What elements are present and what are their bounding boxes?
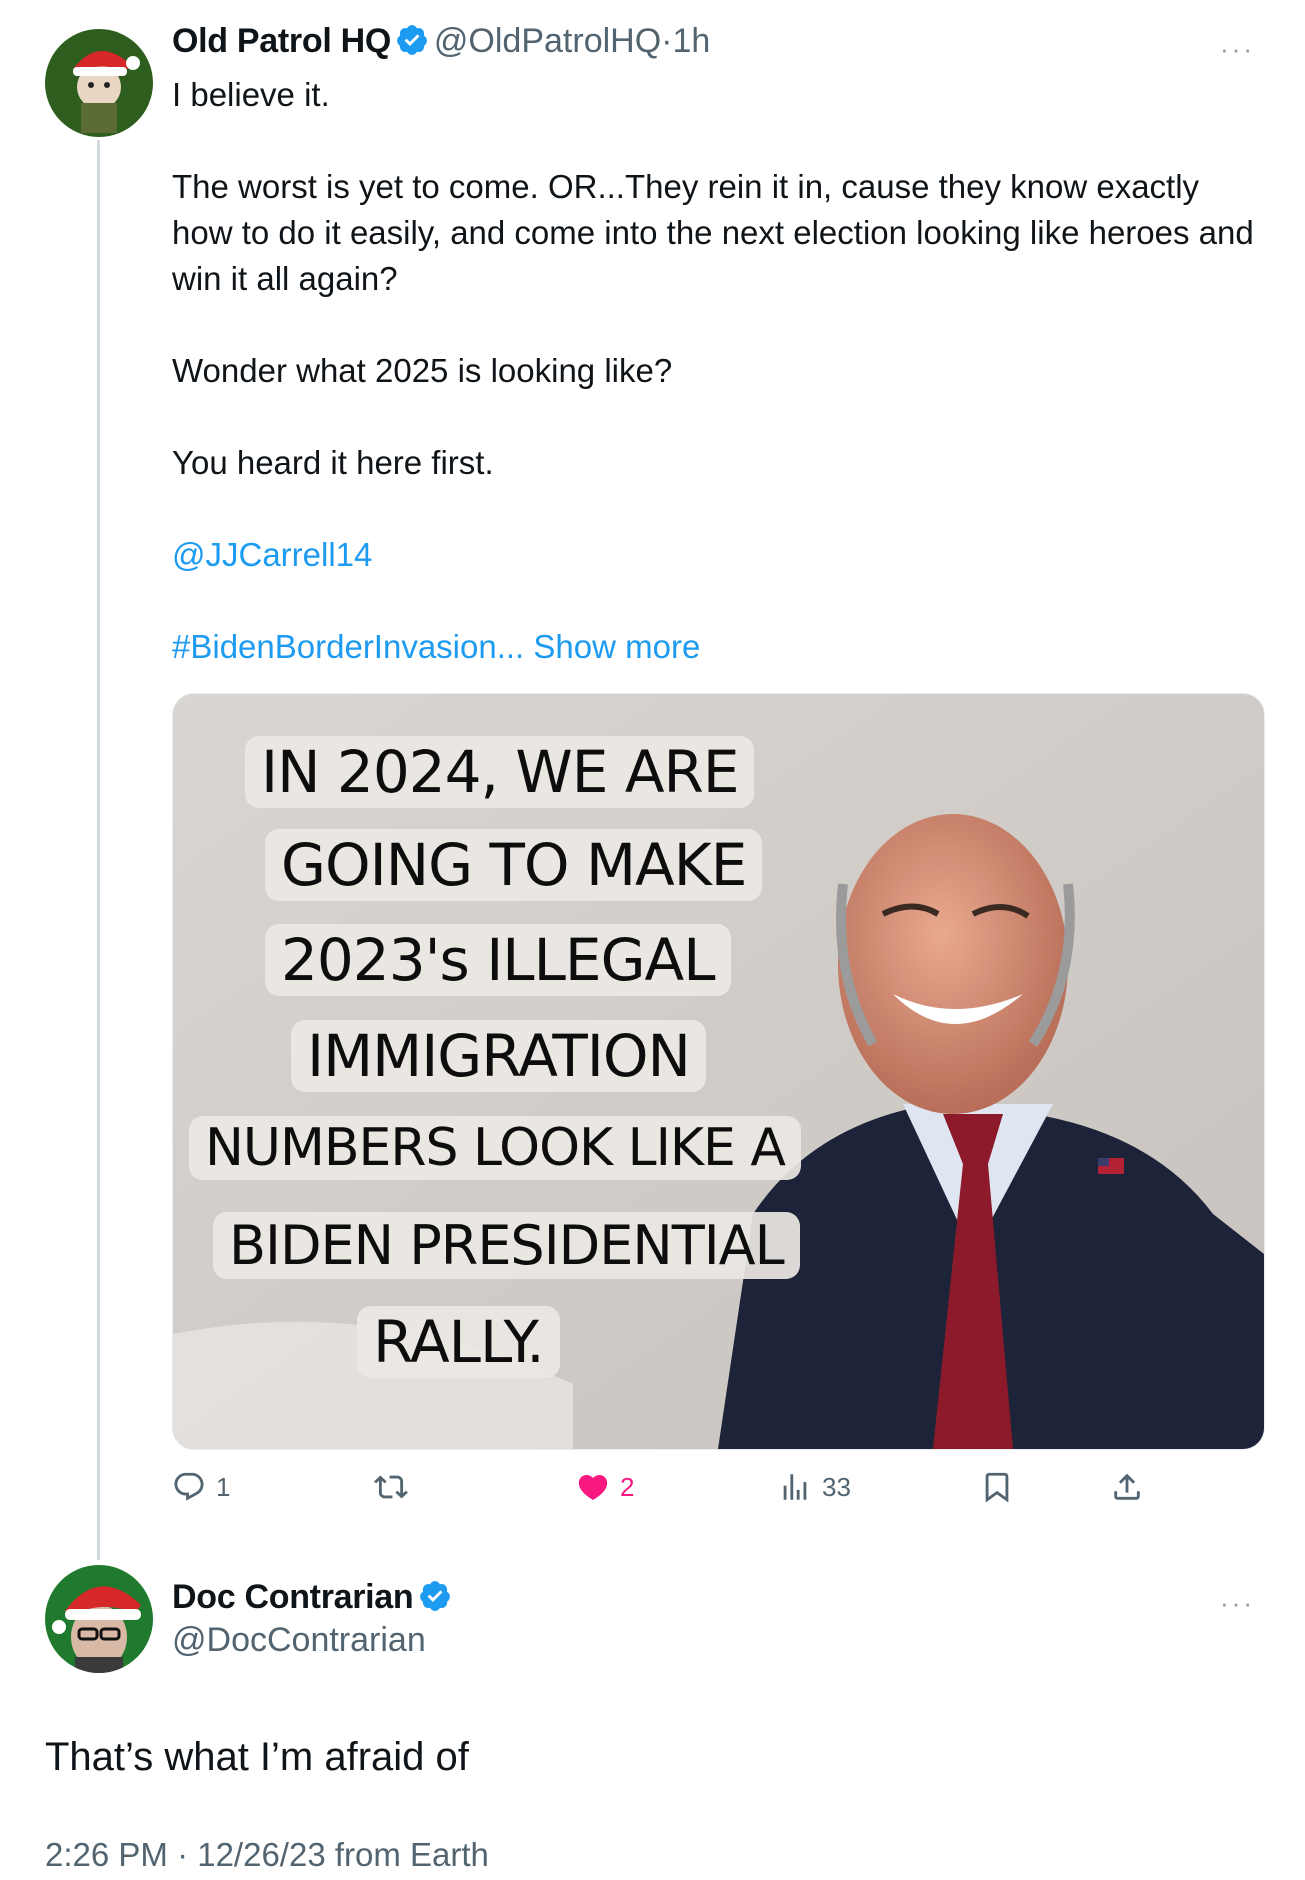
reply-icon <box>174 1472 204 1501</box>
hashtag-link[interactable]: #BidenBorderInvasion... <box>172 628 524 665</box>
display-name[interactable]: Old Patrol HQ <box>172 22 391 60</box>
avatar-old-patrol-hq[interactable] <box>45 29 153 137</box>
thread-connector-line <box>97 140 100 1560</box>
post-timestamp[interactable]: 2:26 PM · 12/26/23 from Earth <box>45 1836 489 1874</box>
handle[interactable]: @OldPatrolHQ <box>434 22 661 60</box>
bookmark-icon <box>985 1472 1009 1503</box>
image-caption-line: RALLY. <box>357 1306 560 1378</box>
image-caption-line: BIDEN PRESIDENTIAL <box>213 1212 800 1279</box>
tweet-paragraph: I believe it. <box>172 76 330 113</box>
show-more-link[interactable]: Show more <box>533 628 700 665</box>
separator-dot: · <box>661 22 673 60</box>
tweet2-name-row: Doc Contrarian <box>172 1578 452 1617</box>
tweet1-body: I believe it. The worst is yet to come. … <box>172 72 1262 670</box>
verified-badge-icon <box>397 25 428 55</box>
like-count: 2 <box>620 1471 635 1502</box>
tweet-paragraph: You heard it here first. <box>172 444 494 481</box>
tweet-paragraph: The worst is yet to come. OR...They rein… <box>172 168 1254 297</box>
bookmark-button[interactable] <box>980 1470 1014 1504</box>
image-caption-line: IMMIGRATION <box>291 1020 706 1092</box>
image-caption-line: IN 2024, WE ARE <box>245 736 755 808</box>
image-caption-line: NUMBERS LOOK LIKE A <box>189 1116 801 1180</box>
more-options-icon[interactable]: ··· <box>1220 34 1255 65</box>
tweet-paragraph: Wonder what 2025 is looking like? <box>172 352 673 389</box>
more-options-icon[interactable]: ··· <box>1220 1588 1255 1619</box>
repost-icon <box>374 1475 408 1499</box>
image-caption-line: GOING TO MAKE <box>265 829 763 901</box>
mention-link[interactable]: @JJCarrell14 <box>172 532 1262 578</box>
reply-text: That’s what I’m afraid of <box>45 1735 469 1779</box>
handle[interactable]: @DocContrarian <box>172 1621 426 1660</box>
avatar-doc-contrarian[interactable] <box>45 1565 153 1673</box>
analytics-icon <box>783 1474 807 1500</box>
tweet-image[interactable]: IN 2024, WE ARE GOING TO MAKE 2023's ILL… <box>172 693 1265 1450</box>
share-icon <box>1114 1473 1140 1500</box>
share-button[interactable] <box>1110 1470 1144 1504</box>
reply-button[interactable]: 1 <box>172 1470 230 1504</box>
display-name[interactable]: Doc Contrarian <box>172 1578 414 1616</box>
views-button[interactable]: 33 <box>778 1470 851 1504</box>
post-time[interactable]: 1h <box>673 22 711 60</box>
heart-icon <box>578 1474 608 1500</box>
views-count: 33 <box>822 1471 851 1502</box>
verified-badge-icon <box>419 1581 450 1611</box>
image-caption-line: 2023's ILLEGAL <box>265 924 731 996</box>
tweet1-header: Old Patrol HQ @OldPatrolHQ·1h <box>172 22 710 61</box>
repost-button[interactable] <box>374 1470 418 1504</box>
reply-count: 1 <box>216 1471 231 1502</box>
like-button[interactable]: 2 <box>576 1470 634 1504</box>
